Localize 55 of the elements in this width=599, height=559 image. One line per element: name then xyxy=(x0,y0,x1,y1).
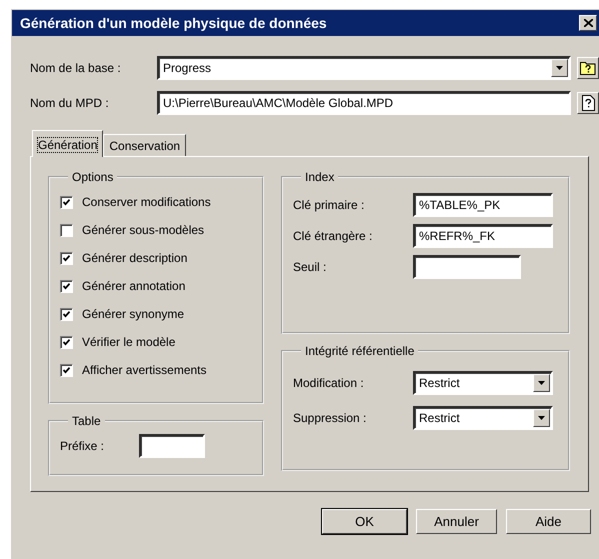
browse-button[interactable] xyxy=(577,56,599,78)
tab[interactable]: Génération xyxy=(32,130,104,157)
close-button[interactable] xyxy=(579,15,597,31)
close-icon xyxy=(584,19,592,27)
checkbox-label: Générer synonyme xyxy=(82,307,184,321)
group-title: Intégrité référentielle xyxy=(304,344,416,358)
dropdown[interactable]: Restrict xyxy=(413,406,553,430)
dialog-button[interactable]: Aide xyxy=(506,509,591,534)
checkmark-icon xyxy=(63,198,70,206)
field-label: Suppression : xyxy=(293,411,368,425)
checkbox-label: Conserver modifications xyxy=(82,195,211,209)
checkbox[interactable] xyxy=(60,308,73,320)
checkbox[interactable] xyxy=(60,224,73,236)
checkbox-label: Vérifier le modèle xyxy=(82,335,176,349)
group-title: Index xyxy=(304,170,336,184)
checkmark-icon xyxy=(63,254,70,262)
checkbox-label: Générer sous-modèles xyxy=(82,223,204,237)
dialog-button[interactable]: OK xyxy=(322,509,407,534)
field-label: Clé primaire : xyxy=(293,198,366,212)
checkbox[interactable] xyxy=(60,252,73,264)
checkmark-icon xyxy=(63,338,70,346)
input-field[interactable]: %TABLE%_PK xyxy=(413,193,553,217)
group-title: Options xyxy=(71,170,114,184)
field-label: Nom du MPD : xyxy=(30,96,110,110)
database-dropdown[interactable]: Progress xyxy=(157,56,571,80)
checkbox[interactable] xyxy=(60,280,73,292)
folder-help-icon xyxy=(580,60,596,75)
checkbox[interactable] xyxy=(60,364,73,376)
checkmark-icon xyxy=(63,366,70,374)
dropdown-arrow-icon xyxy=(556,66,563,70)
dropdown-arrow-icon xyxy=(538,381,545,385)
checkbox[interactable] xyxy=(60,336,73,348)
window-title: Génération d'un modèle physique de données xyxy=(20,15,327,31)
field-label: Modification : xyxy=(293,376,365,390)
browse-button[interactable] xyxy=(577,92,599,114)
input-field[interactable] xyxy=(413,255,521,279)
checkmark-icon xyxy=(63,282,70,290)
dialog-button[interactable]: Annuler xyxy=(416,509,497,534)
field-label: Clé étrangère : xyxy=(293,229,374,243)
checkmark-icon xyxy=(63,310,70,318)
group-title: Table xyxy=(71,414,102,428)
checkbox-label: Générer description xyxy=(82,251,188,265)
checkbox-label: Générer annotation xyxy=(82,279,186,293)
field-label: Seuil : xyxy=(293,260,328,274)
prefix-field[interactable] xyxy=(139,434,206,458)
file-path-field[interactable]: U:\Pierre\Bureau\AMC\Modèle Global.MPD xyxy=(157,90,571,114)
field-label: Nom de la base : xyxy=(30,60,122,74)
document-help-icon xyxy=(582,94,594,110)
dropdown-arrow-icon xyxy=(538,416,545,420)
checkbox[interactable] xyxy=(60,196,73,208)
field-label: Préfixe : xyxy=(60,439,104,453)
dropdown[interactable]: Restrict xyxy=(413,371,553,395)
input-field[interactable]: %REFR%_FK xyxy=(413,224,553,248)
checkbox-label: Afficher avertissements xyxy=(82,363,206,377)
tab[interactable]: Conservation xyxy=(103,134,186,156)
